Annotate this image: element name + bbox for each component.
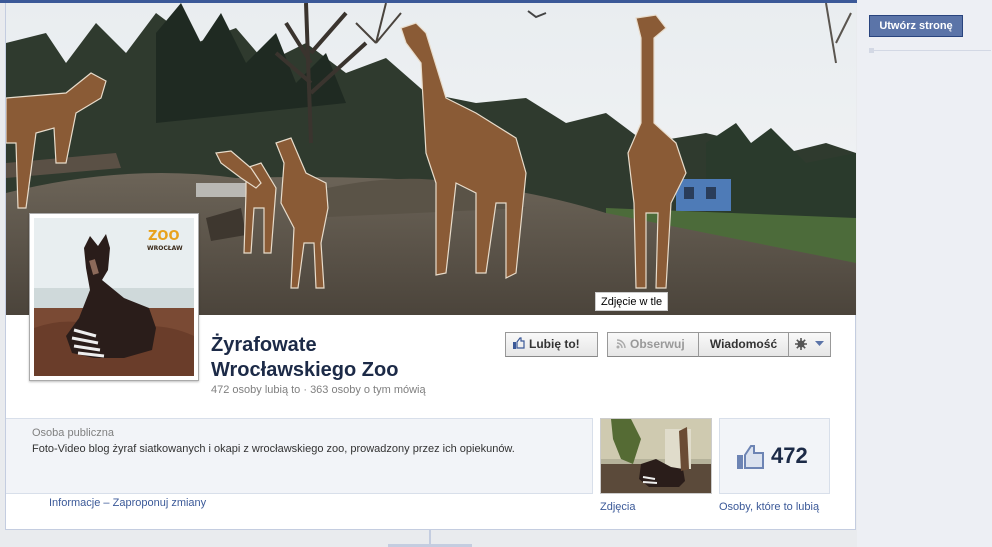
- caret-down-icon: [815, 341, 825, 346]
- page-title-line2: Wrocławskiego Zoo: [211, 359, 399, 381]
- rss-icon: [616, 339, 626, 349]
- message-label: Wiadomość: [709, 337, 778, 351]
- like-label: Lubię to!: [529, 337, 580, 351]
- follow-button[interactable]: Obserwuj: [607, 332, 699, 357]
- likes-app-thumbnail[interactable]: 472: [719, 418, 830, 494]
- message-button[interactable]: Wiadomość: [698, 332, 789, 357]
- page-description: Foto-Video blog żyraf siatkowanych i oka…: [32, 443, 515, 455]
- link-separator: –: [103, 497, 110, 509]
- create-page-button[interactable]: Utwórz stronę: [869, 15, 963, 37]
- svg-text:WROCŁAW: WROCŁAW: [147, 245, 183, 252]
- likes-count: 472: [771, 443, 808, 468]
- photos-thumbnail-image: [601, 419, 711, 493]
- cover-photo-tooltip: Zdjęcie w tle: [595, 292, 669, 311]
- thumbs-up-icon: [737, 445, 764, 469]
- profile-picture-image: ZOO WROCŁAW: [34, 218, 194, 376]
- profile-picture[interactable]: ZOO WROCŁAW: [29, 213, 199, 381]
- page-title-line1: Żyrafowate: [211, 334, 317, 356]
- thumbs-up-icon: [513, 337, 525, 349]
- about-links: Informacje – Zaproponuj zmiany: [49, 497, 206, 509]
- page-stats: 472 osoby lubią to · 363 osoby o tym mów…: [211, 384, 426, 396]
- page-title: Żyrafowate Wrocławskiego Zoo: [211, 333, 471, 383]
- svg-text:ZOO: ZOO: [148, 229, 180, 244]
- gear-icon: [794, 338, 807, 350]
- suggest-edits-link[interactable]: Zaproponuj zmiany: [113, 497, 207, 509]
- like-button[interactable]: Lubię to!: [505, 332, 598, 357]
- settings-dropdown-button[interactable]: [788, 332, 831, 357]
- page-category: Osoba publiczna: [32, 427, 114, 439]
- right-column-divider: [869, 50, 991, 51]
- likes-app-label[interactable]: Osoby, które to lubią: [719, 501, 819, 513]
- photos-app-thumbnail[interactable]: [600, 418, 712, 494]
- page-timeline: Zdjęcie w tle ZOO WROCŁAW Żyrafowate Wro…: [5, 3, 856, 530]
- photos-app-label[interactable]: Zdjęcia: [600, 501, 635, 513]
- follow-label: Obserwuj: [630, 337, 685, 351]
- right-column: [857, 0, 992, 547]
- info-link[interactable]: Informacje: [49, 497, 100, 509]
